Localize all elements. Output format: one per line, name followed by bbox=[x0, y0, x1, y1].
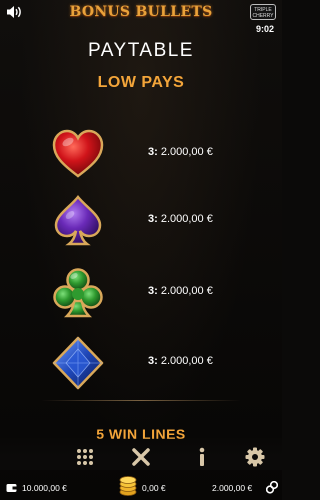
menu-grid-icon[interactable] bbox=[74, 446, 96, 468]
provider-logo-text: TRIPLE CHERRY bbox=[252, 7, 274, 19]
info-icon[interactable] bbox=[191, 446, 213, 468]
spade-icon bbox=[50, 193, 106, 249]
provider-logo: TRIPLE CHERRY bbox=[250, 4, 276, 20]
pay-amount: 2.000,00 € bbox=[160, 213, 213, 225]
close-icon[interactable] bbox=[130, 446, 152, 468]
pay-count: 3: bbox=[148, 213, 158, 225]
pay-value: 3: 2.000,00 € bbox=[148, 146, 213, 158]
status-bar: 10.000,00 € 0,00 € 2.000,00 € bbox=[0, 475, 282, 500]
section-subtitle: LOW PAYS bbox=[97, 74, 185, 91]
pay-value: 3: 2.000,00 € bbox=[148, 355, 213, 367]
clock: 9:02 bbox=[255, 24, 274, 34]
win-value: 0,00 € bbox=[142, 483, 166, 493]
divider bbox=[41, 400, 241, 401]
pay-value: 3: 2.000,00 € bbox=[148, 285, 213, 297]
pay-row: 3: 2.000,00 € bbox=[0, 126, 282, 182]
pay-row: 3: 2.000,00 € bbox=[0, 265, 282, 321]
pay-amount: 2.000,00 € bbox=[160, 355, 213, 367]
club-icon bbox=[50, 265, 106, 321]
game-logo: BONUS BULLETS bbox=[69, 4, 213, 20]
pay-value: 3: 2.000,00 € bbox=[148, 213, 213, 225]
heart-icon bbox=[50, 126, 106, 182]
coins-icon bbox=[119, 476, 137, 496]
pay-row: 3: 2.000,00 € bbox=[0, 193, 282, 249]
settings-gear-icon[interactable] bbox=[244, 446, 266, 468]
bet-value: 2.000,00 € bbox=[212, 483, 253, 493]
pay-count: 3: bbox=[148, 146, 158, 158]
pay-amount: 2.000,00 € bbox=[160, 285, 213, 297]
chips-icon[interactable] bbox=[266, 481, 278, 494]
pay-amount: 2.000,00 € bbox=[160, 146, 213, 158]
diamond-icon bbox=[50, 335, 106, 391]
wallet-icon bbox=[6, 484, 17, 492]
pay-count: 3: bbox=[148, 285, 158, 297]
balance-value: 10.000,00 € bbox=[22, 483, 67, 493]
page-title: PAYTABLE bbox=[88, 40, 194, 61]
pay-count: 3: bbox=[148, 355, 158, 367]
pay-row: 3: 2.000,00 € bbox=[0, 335, 282, 391]
